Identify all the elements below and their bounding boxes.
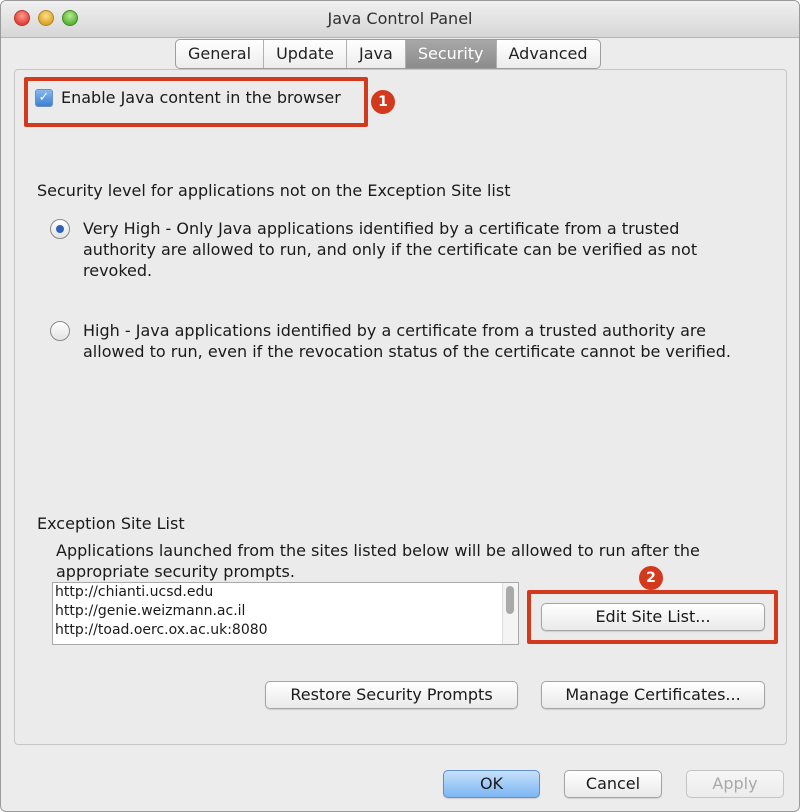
restore-security-prompts-button[interactable]: Restore Security Prompts (265, 681, 518, 709)
site-list-item[interactable]: http://toad.oerc.ox.ac.uk:8080 (53, 621, 518, 640)
tab-security[interactable]: Security (405, 40, 497, 68)
highlight-box-enable-java (24, 77, 368, 127)
window-title: Java Control Panel (327, 9, 473, 28)
radio-high[interactable] (50, 321, 70, 341)
callout-marker-2: 2 (639, 566, 663, 590)
apply-button[interactable]: Apply (686, 770, 784, 798)
tab-update[interactable]: Update (264, 40, 348, 68)
ok-button[interactable]: OK (443, 770, 540, 798)
tab-general[interactable]: General (176, 40, 265, 68)
java-control-panel-window: Java Control Panel General Update Java S… (0, 0, 800, 812)
security-level-heading: Security level for applications not on t… (37, 181, 511, 200)
site-list-scrollbar[interactable] (502, 583, 518, 644)
radio-selected-dot (56, 225, 64, 233)
manage-certificates-button[interactable]: Manage Certificates... (541, 681, 765, 709)
highlight-box-edit-site-list (527, 590, 778, 644)
exception-site-list[interactable]: http://chianti.ucsd.edu http://genie.wei… (52, 582, 519, 645)
scrollbar-thumb[interactable] (506, 586, 514, 614)
tab-java[interactable]: Java (347, 40, 406, 68)
exception-site-list-heading: Exception Site List (37, 514, 185, 533)
site-list-item[interactable]: http://genie.weizmann.ac.il (53, 602, 518, 621)
security-panel: ✓ Enable Java content in the browser 1 S… (14, 69, 787, 745)
tab-bar: General Update Java Security Advanced (175, 39, 601, 69)
tab-advanced[interactable]: Advanced (497, 40, 600, 68)
radio-very-high[interactable] (50, 219, 70, 239)
site-list-item[interactable]: http://chianti.ucsd.edu (53, 583, 518, 602)
callout-marker-1: 1 (371, 90, 395, 114)
high-option-text: High - Java applications identified by a… (83, 321, 731, 361)
title-bar: Java Control Panel (1, 1, 799, 38)
cancel-button[interactable]: Cancel (564, 770, 662, 798)
very-high-option-text: Very High - Only Java applications ident… (83, 219, 698, 280)
